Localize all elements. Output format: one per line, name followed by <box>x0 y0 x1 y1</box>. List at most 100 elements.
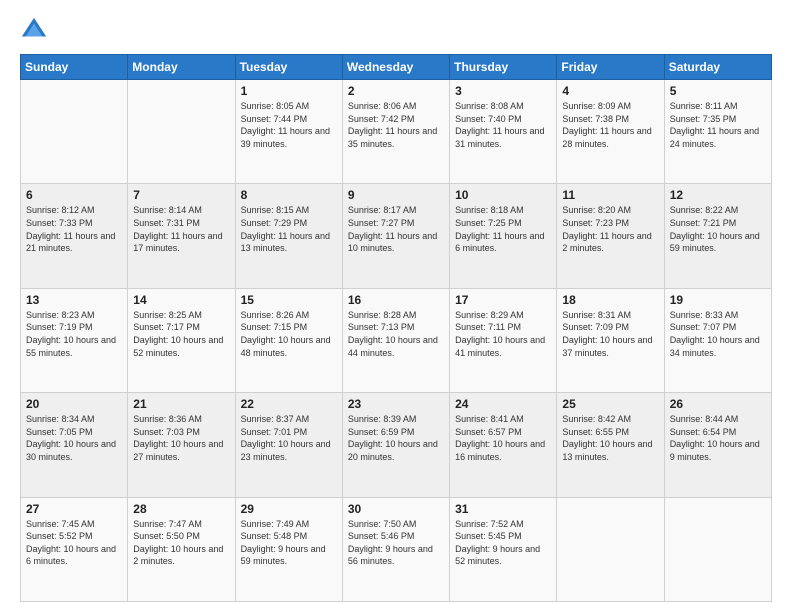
day-number: 29 <box>241 502 337 516</box>
day-info: Sunrise: 8:05 AMSunset: 7:44 PMDaylight:… <box>241 100 337 150</box>
day-cell: 14Sunrise: 8:25 AMSunset: 7:17 PMDayligh… <box>128 288 235 392</box>
day-info: Sunrise: 8:20 AMSunset: 7:23 PMDaylight:… <box>562 204 658 254</box>
day-info: Sunrise: 8:44 AMSunset: 6:54 PMDaylight:… <box>670 413 766 463</box>
weekday-saturday: Saturday <box>664 55 771 80</box>
day-cell: 17Sunrise: 8:29 AMSunset: 7:11 PMDayligh… <box>450 288 557 392</box>
day-cell: 5 Sunrise: 8:11 AMSunset: 7:35 PMDaylight… <box>664 80 771 184</box>
day-cell: 10 Sunrise: 8:18 AMSunset: 7:25 PMDayligh… <box>450 184 557 288</box>
day-cell: 18 Sunrise: 8:31 AMSunset: 7:09 PMDayligh… <box>557 288 664 392</box>
day-number: 31 <box>455 502 551 516</box>
day-info: Sunrise: 8:34 AMSunset: 7:05 PMDaylight:… <box>26 413 122 463</box>
day-cell <box>557 497 664 601</box>
day-number: 4 <box>562 84 658 98</box>
day-number: 30 <box>348 502 444 516</box>
weekday-thursday: Thursday <box>450 55 557 80</box>
week-row-5: 27 Sunrise: 7:45 AMSunset: 5:52 PMDayligh… <box>21 497 772 601</box>
day-info: Sunrise: 8:25 AMSunset: 7:17 PMDaylight:… <box>133 309 229 359</box>
weekday-monday: Monday <box>128 55 235 80</box>
calendar-table: SundayMondayTuesdayWednesdayThursdayFrid… <box>20 54 772 602</box>
page: SundayMondayTuesdayWednesdayThursdayFrid… <box>0 0 792 612</box>
day-number: 1 <box>241 84 337 98</box>
day-info: Sunrise: 8:28 AMSunset: 7:13 PMDaylight:… <box>348 309 444 359</box>
logo <box>20 16 52 44</box>
day-info: Sunrise: 7:49 AMSunset: 5:48 PMDaylight:… <box>241 518 337 568</box>
day-number: 16 <box>348 293 444 307</box>
day-number: 20 <box>26 397 122 411</box>
day-info: Sunrise: 8:22 AMSunset: 7:21 PMDaylight:… <box>670 204 766 254</box>
day-info: Sunrise: 8:36 AMSunset: 7:03 PMDaylight:… <box>133 413 229 463</box>
day-info: Sunrise: 8:14 AMSunset: 7:31 PMDaylight:… <box>133 204 229 254</box>
day-info: Sunrise: 8:17 AMSunset: 7:27 PMDaylight:… <box>348 204 444 254</box>
day-cell: 3 Sunrise: 8:08 AMSunset: 7:40 PMDaylight… <box>450 80 557 184</box>
day-number: 18 <box>562 293 658 307</box>
day-cell: 19 Sunrise: 8:33 AMSunset: 7:07 PMDayligh… <box>664 288 771 392</box>
day-number: 21 <box>133 397 229 411</box>
day-cell: 11Sunrise: 8:20 AMSunset: 7:23 PMDayligh… <box>557 184 664 288</box>
day-info: Sunrise: 7:50 AMSunset: 5:46 PMDaylight:… <box>348 518 444 568</box>
day-info: Sunrise: 7:52 AMSunset: 5:45 PMDaylight:… <box>455 518 551 568</box>
weekday-tuesday: Tuesday <box>235 55 342 80</box>
day-number: 27 <box>26 502 122 516</box>
day-number: 3 <box>455 84 551 98</box>
day-cell <box>21 80 128 184</box>
day-cell: 26 Sunrise: 8:44 AMSunset: 6:54 PMDayligh… <box>664 393 771 497</box>
day-info: Sunrise: 7:45 AMSunset: 5:52 PMDaylight:… <box>26 518 122 568</box>
day-cell: 13 Sunrise: 8:23 AMSunset: 7:19 PMDayligh… <box>21 288 128 392</box>
day-cell: 31 Sunrise: 7:52 AMSunset: 5:45 PMDayligh… <box>450 497 557 601</box>
day-cell: 9 Sunrise: 8:17 AMSunset: 7:27 PMDaylight… <box>342 184 449 288</box>
day-number: 6 <box>26 188 122 202</box>
day-cell: 8 Sunrise: 8:15 AMSunset: 7:29 PMDaylight… <box>235 184 342 288</box>
day-info: Sunrise: 8:41 AMSunset: 6:57 PMDaylight:… <box>455 413 551 463</box>
day-info: Sunrise: 7:47 AMSunset: 5:50 PMDaylight:… <box>133 518 229 568</box>
day-info: Sunrise: 8:31 AMSunset: 7:09 PMDaylight:… <box>562 309 658 359</box>
day-cell <box>664 497 771 601</box>
day-number: 8 <box>241 188 337 202</box>
day-cell: 25 Sunrise: 8:42 AMSunset: 6:55 PMDayligh… <box>557 393 664 497</box>
day-number: 15 <box>241 293 337 307</box>
day-number: 2 <box>348 84 444 98</box>
day-info: Sunrise: 8:12 AMSunset: 7:33 PMDaylight:… <box>26 204 122 254</box>
day-info: Sunrise: 8:33 AMSunset: 7:07 PMDaylight:… <box>670 309 766 359</box>
day-cell: 20 Sunrise: 8:34 AMSunset: 7:05 PMDayligh… <box>21 393 128 497</box>
day-cell: 21 Sunrise: 8:36 AMSunset: 7:03 PMDayligh… <box>128 393 235 497</box>
day-number: 9 <box>348 188 444 202</box>
day-number: 24 <box>455 397 551 411</box>
day-info: Sunrise: 8:37 AMSunset: 7:01 PMDaylight:… <box>241 413 337 463</box>
logo-icon <box>20 16 48 44</box>
day-cell: 15 Sunrise: 8:26 AMSunset: 7:15 PMDayligh… <box>235 288 342 392</box>
weekday-sunday: Sunday <box>21 55 128 80</box>
weekday-wednesday: Wednesday <box>342 55 449 80</box>
day-cell: 6 Sunrise: 8:12 AMSunset: 7:33 PMDaylight… <box>21 184 128 288</box>
day-cell: 28Sunrise: 7:47 AMSunset: 5:50 PMDayligh… <box>128 497 235 601</box>
day-info: Sunrise: 8:23 AMSunset: 7:19 PMDaylight:… <box>26 309 122 359</box>
day-number: 19 <box>670 293 766 307</box>
day-number: 12 <box>670 188 766 202</box>
day-number: 25 <box>562 397 658 411</box>
day-info: Sunrise: 8:15 AMSunset: 7:29 PMDaylight:… <box>241 204 337 254</box>
day-info: Sunrise: 8:11 AMSunset: 7:35 PMDaylight:… <box>670 100 766 150</box>
weekday-friday: Friday <box>557 55 664 80</box>
day-cell: 23Sunrise: 8:39 AMSunset: 6:59 PMDayligh… <box>342 393 449 497</box>
day-number: 13 <box>26 293 122 307</box>
day-number: 22 <box>241 397 337 411</box>
day-cell: 2 Sunrise: 8:06 AMSunset: 7:42 PMDaylight… <box>342 80 449 184</box>
day-number: 5 <box>670 84 766 98</box>
day-cell: 7 Sunrise: 8:14 AMSunset: 7:31 PMDaylight… <box>128 184 235 288</box>
day-number: 17 <box>455 293 551 307</box>
day-cell: 1 Sunrise: 8:05 AMSunset: 7:44 PMDaylight… <box>235 80 342 184</box>
day-number: 10 <box>455 188 551 202</box>
day-number: 7 <box>133 188 229 202</box>
day-cell: 30 Sunrise: 7:50 AMSunset: 5:46 PMDayligh… <box>342 497 449 601</box>
day-cell: 24 Sunrise: 8:41 AMSunset: 6:57 PMDayligh… <box>450 393 557 497</box>
day-number: 26 <box>670 397 766 411</box>
week-row-4: 20 Sunrise: 8:34 AMSunset: 7:05 PMDayligh… <box>21 393 772 497</box>
day-number: 23 <box>348 397 444 411</box>
day-info: Sunrise: 8:18 AMSunset: 7:25 PMDaylight:… <box>455 204 551 254</box>
day-info: Sunrise: 8:26 AMSunset: 7:15 PMDaylight:… <box>241 309 337 359</box>
day-info: Sunrise: 8:42 AMSunset: 6:55 PMDaylight:… <box>562 413 658 463</box>
day-cell: 4Sunrise: 8:09 AMSunset: 7:38 PMDaylight… <box>557 80 664 184</box>
day-info: Sunrise: 8:06 AMSunset: 7:42 PMDaylight:… <box>348 100 444 150</box>
day-cell <box>128 80 235 184</box>
day-info: Sunrise: 8:08 AMSunset: 7:40 PMDaylight:… <box>455 100 551 150</box>
day-cell: 12 Sunrise: 8:22 AMSunset: 7:21 PMDayligh… <box>664 184 771 288</box>
